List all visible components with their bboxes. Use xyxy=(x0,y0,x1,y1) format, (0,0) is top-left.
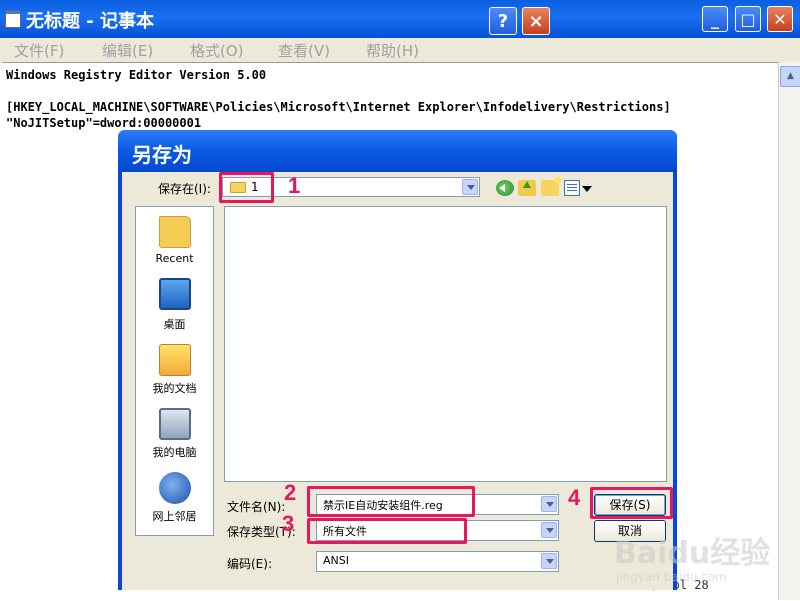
menu-help[interactable]: 帮助(H) xyxy=(366,40,419,61)
dialog-title-bar[interactable]: 另存为 xyxy=(118,130,677,172)
back-icon[interactable] xyxy=(496,180,514,196)
encoding-value: ANSI xyxy=(323,554,349,567)
up-folder-icon[interactable] xyxy=(518,180,536,196)
menu-format[interactable]: 格式(O) xyxy=(190,40,244,61)
annotation-box-4 xyxy=(590,487,673,519)
annotation-box-1 xyxy=(219,172,274,203)
my-computer-icon xyxy=(159,408,191,440)
annotation-box-2 xyxy=(307,486,475,517)
place-label: 桌面 xyxy=(163,318,186,331)
encoding-combo[interactable]: ANSI xyxy=(316,551,559,572)
menu-view[interactable]: 查看(V) xyxy=(278,40,330,61)
text-line: Windows Registry Editor Version 5.00 xyxy=(6,68,267,82)
new-folder-icon[interactable] xyxy=(541,180,559,196)
chevron-down-icon[interactable] xyxy=(541,522,557,538)
file-list[interactable] xyxy=(224,206,667,482)
maximize-button[interactable]: □ xyxy=(735,6,761,32)
annotation-number-2: 2 xyxy=(284,480,297,505)
notepad-app-icon xyxy=(5,10,21,28)
views-dropdown-icon[interactable] xyxy=(582,186,592,192)
views-menu-icon[interactable] xyxy=(564,180,580,196)
annotation-number-1: 1 xyxy=(288,173,301,198)
annotation-box-3 xyxy=(307,518,467,544)
chevron-down-icon[interactable] xyxy=(462,179,478,195)
my-documents-icon xyxy=(159,344,191,376)
network-places-icon xyxy=(159,472,191,504)
place-label: Recent xyxy=(155,252,194,265)
watermark-url: jingyan.baidu.com xyxy=(616,570,727,584)
place-label: 我的电脑 xyxy=(152,446,197,459)
vertical-scrollbar[interactable]: ▲ xyxy=(778,62,800,600)
notepad-menu-bar: 文件(F) 编辑(E) 格式(O) 查看(V) 帮助(H) xyxy=(0,38,800,62)
text-line: [HKEY_LOCAL_MACHINE\SOFTWARE\Policies\Mi… xyxy=(6,100,671,114)
minimize-button[interactable]: _ xyxy=(702,6,728,32)
encoding-label: 编码(E): xyxy=(227,557,272,571)
place-label: 我的文档 xyxy=(152,382,197,395)
help-button[interactable]: ? xyxy=(489,7,517,35)
filename-label: 文件名(N): xyxy=(227,500,286,514)
menu-edit[interactable]: 编辑(E) xyxy=(102,40,153,61)
recent-folder-icon xyxy=(159,216,191,248)
dialog-close-button[interactable]: × xyxy=(522,7,550,35)
desktop-icon xyxy=(159,278,191,310)
annotation-number-3: 3 xyxy=(282,511,295,536)
notepad-title-bar[interactable]: 无标题 - 记事本 _ □ ✕ xyxy=(0,0,800,38)
save-in-label: 保存在(I): xyxy=(158,182,211,196)
watermark-brand: Baidu经验 xyxy=(614,536,771,571)
menu-file[interactable]: 文件(F) xyxy=(14,40,64,61)
dialog-title: 另存为 xyxy=(132,143,192,167)
chevron-down-icon[interactable] xyxy=(541,496,557,512)
notepad-title: 无标题 - 记事本 xyxy=(26,11,155,32)
close-button[interactable]: ✕ xyxy=(767,6,793,32)
annotation-number-4: 4 xyxy=(568,485,581,510)
baidu-watermark: Baidu经验 jingyan.baidu.com xyxy=(600,522,790,592)
scroll-up-icon[interactable]: ▲ xyxy=(780,66,800,87)
text-line: "NoJITSetup"=dword:00000001 xyxy=(6,116,202,130)
place-label: 网上邻居 xyxy=(152,510,197,523)
chevron-down-icon[interactable] xyxy=(541,553,557,569)
